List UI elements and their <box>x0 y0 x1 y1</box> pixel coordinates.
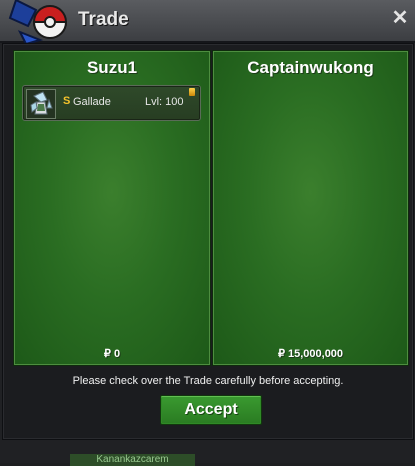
trade-notice: Please check over the Trade carefully be… <box>72 375 344 387</box>
accept-button[interactable]: Accept <box>160 395 262 425</box>
right-trade-panel: Captainwukong ₽ 15,000,000 <box>212 50 409 366</box>
trade-item[interactable]: S Gallade Lvl: 100 <box>22 85 201 121</box>
window-title: Trade <box>78 9 129 30</box>
title-bar[interactable]: Trade ✕ <box>0 0 415 46</box>
gallade-sprite-icon <box>26 89 56 119</box>
trade-body: Suzu1 S Gallade Lvl: 100 ₽ 0 Captainwuko… <box>2 43 414 440</box>
shiny-marker-icon: S <box>63 95 71 107</box>
left-money: ₽ 0 <box>103 348 121 360</box>
item-indicator-icon <box>189 88 195 96</box>
background-partial-text: Kanankazcarem <box>70 454 195 466</box>
right-money: ₽ 15,000,000 <box>277 348 344 360</box>
pokeball-logo-icon <box>8 0 68 46</box>
left-player-name: Suzu1 <box>86 58 138 77</box>
close-icon[interactable]: ✕ <box>390 8 410 28</box>
pokemon-level: Lvl: 100 <box>145 96 184 108</box>
right-player-name: Captainwukong <box>247 58 374 77</box>
left-trade-panel: Suzu1 S Gallade Lvl: 100 ₽ 0 <box>13 50 211 366</box>
trade-window: Trade ✕ Suzu1 S Gallade Lvl: 100 ₽ 0 Cap… <box>0 0 415 463</box>
pokemon-name: Gallade <box>73 96 111 108</box>
